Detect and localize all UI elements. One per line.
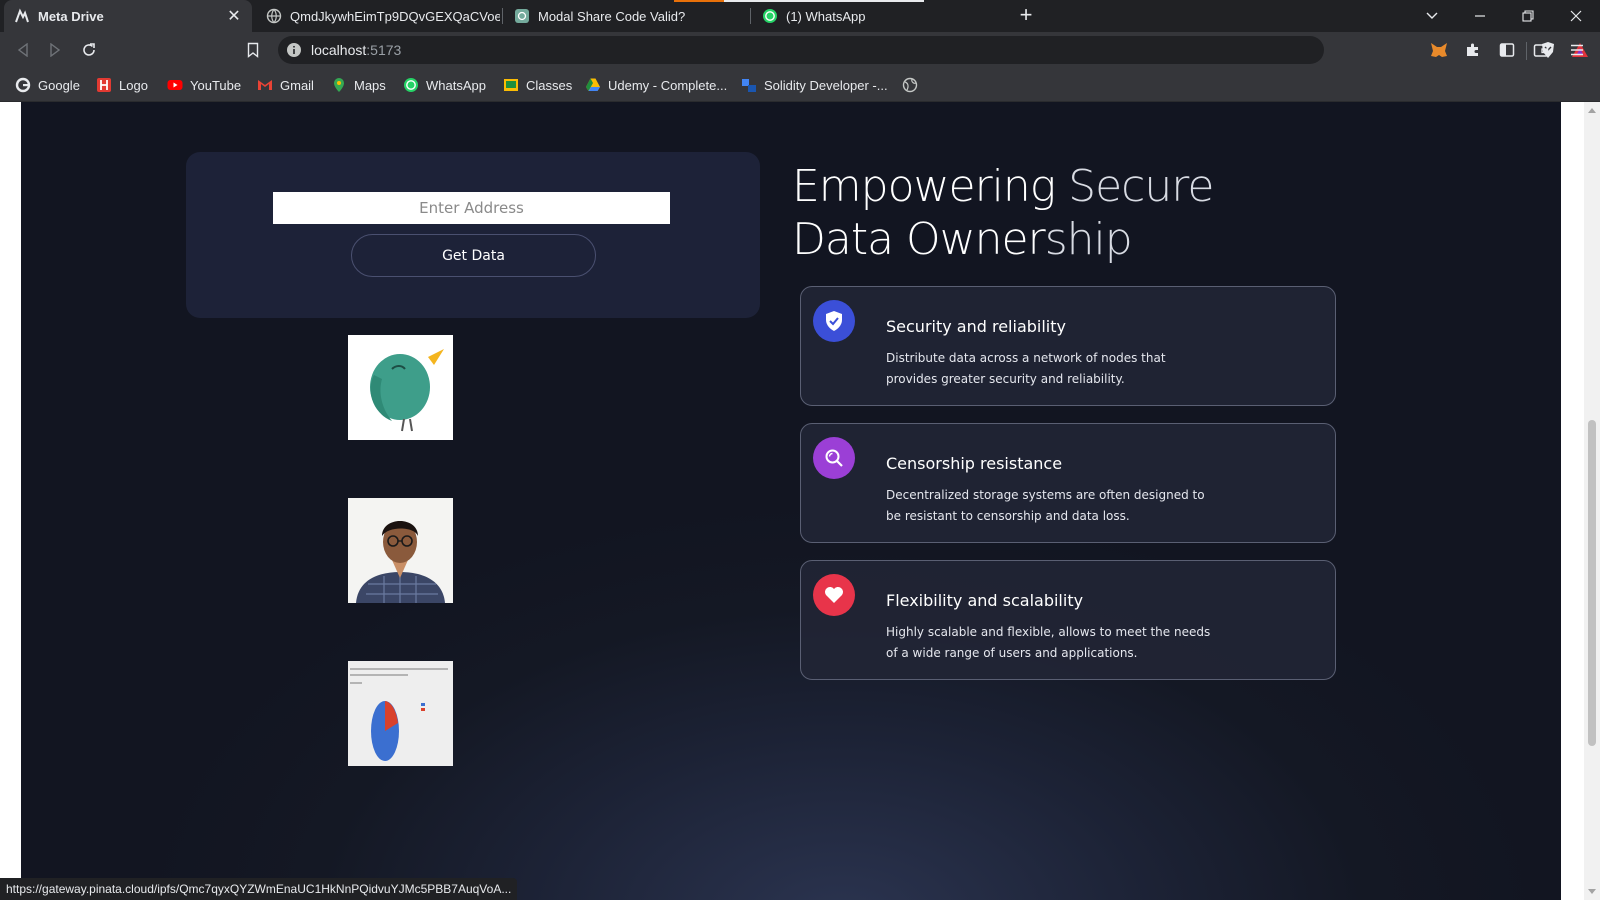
scrollbar-thumb[interactable] — [1588, 420, 1596, 746]
link-status-bar: https://gateway.pinata.cloud/ipfs/Qmc7qy… — [0, 878, 518, 900]
site-info-icon[interactable] — [286, 42, 302, 58]
feature-card-censorship: Censorship resistance Decentralized stor… — [800, 423, 1336, 543]
get-data-button[interactable]: Get Data — [351, 234, 596, 277]
feature-description: Decentralized storage systems are often … — [886, 488, 1205, 523]
url-text: localhost:5173 — [311, 42, 401, 58]
bookmark-label: YouTube — [190, 77, 242, 93]
bookmark-udemy[interactable]: Udemy - Complete... — [585, 76, 727, 94]
bookmark-label: WhatsApp — [426, 77, 486, 93]
extensions-puzzle-icon[interactable] — [1459, 36, 1487, 64]
logo-icon — [96, 77, 112, 93]
forward-icon[interactable] — [41, 36, 69, 64]
maps-pin-icon — [331, 77, 347, 93]
page-viewport: Get Data — [0, 102, 1600, 900]
new-tab-button[interactable]: + — [1014, 4, 1038, 28]
feature-description: Distribute data across a network of node… — [886, 351, 1166, 386]
tab-divider — [750, 8, 751, 24]
url-port: :5173 — [366, 42, 402, 58]
globe-icon — [902, 77, 918, 93]
gmail-icon — [257, 77, 273, 93]
minimize-icon[interactable] — [1456, 0, 1504, 32]
shield-check-icon — [813, 300, 855, 342]
browser-toolbar: localhost:5173 — [0, 32, 1600, 68]
bookmark-label: Google — [38, 77, 80, 93]
restore-icon[interactable] — [1504, 0, 1552, 32]
address-bar[interactable]: localhost:5173 — [278, 36, 1588, 64]
bookmark-youtube[interactable]: YouTube — [167, 76, 241, 94]
meta-drive-favicon-icon — [14, 8, 30, 24]
tab-title: Modal Share Code Valid? — [538, 8, 686, 24]
ipfs-image-pie-chart[interactable] — [348, 661, 453, 766]
bookmark-whatsapp[interactable]: WhatsApp — [403, 76, 486, 94]
bookmark-solidity[interactable]: Solidity Developer -... — [741, 76, 888, 94]
hero-heading: Empowering Secure Data Ownership — [792, 160, 1214, 266]
bookmark-gmail[interactable]: Gmail — [257, 76, 314, 94]
bookmark-label: Gmail — [280, 77, 314, 93]
whatsapp-icon — [403, 77, 419, 93]
feature-title: Security and reliability — [886, 317, 1066, 336]
meta-drive-page: Get Data — [21, 102, 1561, 900]
hero-line-2: Data Ownership — [792, 213, 1213, 266]
whatsapp-icon — [762, 8, 778, 24]
scroll-up-arrow-icon[interactable] — [1588, 108, 1596, 113]
tab-whatsapp[interactable]: (1) WhatsApp — [752, 0, 996, 32]
bookmarks-bar: Google Logo YouTube Gmail Maps WhatsApp — [0, 68, 1600, 102]
youtube-icon — [167, 77, 183, 93]
tab-divider — [502, 8, 503, 24]
bookmark-globe[interactable] — [902, 76, 925, 94]
solidity-icon — [741, 77, 757, 93]
menu-icon[interactable] — [1563, 36, 1591, 64]
bookmark-label: Classes — [526, 77, 573, 93]
classroom-icon — [503, 77, 519, 93]
google-icon — [15, 77, 31, 93]
tab-strip: Meta Drive ✕ QmdJkywhEimTp9DQvGEXQaCVoe2… — [0, 0, 1600, 32]
address-input[interactable] — [273, 192, 670, 224]
tab-ipfs[interactable]: QmdJkywhEimTp9DQvGEXQaCVoe2aU — [256, 0, 500, 32]
feature-card-flexibility: Flexibility and scalability Highly scala… — [800, 560, 1336, 680]
tab-title: QmdJkywhEimTp9DQvGEXQaCVoe2aU — [290, 8, 500, 24]
ipfs-image-bird[interactable] — [348, 335, 453, 440]
hero-text: Empowering — [792, 161, 1069, 212]
hero-text-faded: Secure — [1068, 161, 1214, 212]
reload-icon[interactable] — [75, 36, 103, 64]
bookmark-classes[interactable]: Classes — [503, 76, 572, 94]
tab-meta-drive[interactable]: Meta Drive ✕ — [4, 0, 252, 32]
hero-text: Data Owner — [792, 214, 1046, 265]
tab-title: Meta Drive — [38, 8, 104, 24]
feature-title: Censorship resistance — [886, 454, 1063, 473]
bookmark-label: Udemy - Complete... — [608, 77, 728, 93]
bookmark-icon[interactable] — [239, 36, 267, 64]
feature-description: Highly scalable and flexible, allows to … — [886, 625, 1211, 660]
search-icon — [813, 437, 855, 479]
bookmark-google[interactable]: Google — [15, 76, 80, 94]
bookmark-label: Solidity Developer -... — [764, 77, 888, 93]
ipfs-image-portrait[interactable] — [348, 498, 453, 603]
tab-loading-bar — [674, 0, 724, 2]
close-tab-icon[interactable]: ✕ — [224, 6, 244, 26]
tab-title: (1) WhatsApp — [786, 8, 866, 24]
wallet-icon[interactable] — [1527, 36, 1555, 64]
bookmark-logo[interactable]: Logo — [96, 76, 148, 94]
back-icon[interactable] — [9, 36, 37, 64]
hero-line-1: Empowering Secure — [792, 160, 1214, 213]
bookmark-label: Logo — [119, 77, 148, 93]
page-scrollbar[interactable] — [1584, 102, 1600, 900]
heart-icon — [813, 574, 855, 616]
tab-search-icon[interactable] — [1408, 0, 1456, 32]
google-drive-icon — [585, 77, 601, 93]
url-host: localhost — [311, 42, 367, 58]
metamask-icon[interactable] — [1425, 36, 1453, 64]
bookmark-label: Maps — [354, 77, 386, 93]
hero-text-faded: ship — [1044, 214, 1133, 265]
tab-chatgpt[interactable]: Modal Share Code Valid? — [504, 0, 748, 32]
bookmark-maps[interactable]: Maps — [331, 76, 386, 94]
feature-title: Flexibility and scalability — [886, 591, 1084, 610]
close-window-icon[interactable] — [1552, 0, 1600, 32]
feature-card-security: Security and reliability Distribute data… — [800, 286, 1336, 406]
sidebar-icon[interactable] — [1493, 36, 1521, 64]
globe-icon — [266, 8, 282, 24]
chatgpt-icon — [514, 8, 530, 24]
scroll-down-arrow-icon[interactable] — [1588, 889, 1596, 894]
address-form-card: Get Data — [186, 152, 760, 318]
